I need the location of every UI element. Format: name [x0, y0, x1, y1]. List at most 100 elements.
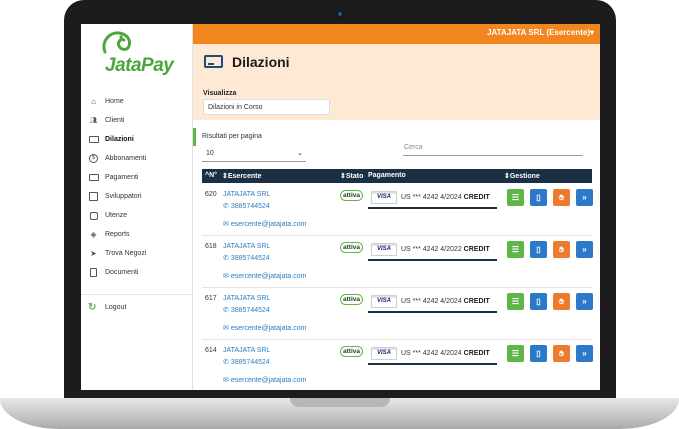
envelope-icon: ✉ — [223, 325, 229, 332]
visa-card-icon: VISA — [371, 295, 397, 308]
page-title: Dilazioni — [232, 54, 290, 70]
chevron-down-icon: ⌄ — [297, 150, 303, 157]
stop-button[interactable]: ✋︎ — [553, 241, 570, 258]
column-header-actions[interactable]: ⇕Gestione — [504, 172, 540, 180]
sidebar-item-label: Abbonamenti — [105, 155, 147, 162]
phone-icon: ✆ — [223, 203, 229, 210]
sidebar-item-label: Home — [105, 98, 124, 105]
visa-card-icon: VISA — [371, 347, 397, 360]
forward-button[interactable]: » — [576, 189, 593, 206]
table-row: 620 JATAJATA SRL ✆ 3885744524 ✉ esercente@… — [202, 184, 593, 236]
logout-button[interactable]: ↻ Logout — [88, 298, 126, 317]
list-button[interactable]: ☰ — [507, 189, 524, 206]
document-button[interactable]: ▯ — [530, 345, 547, 362]
document-icon: ▯ — [536, 245, 541, 254]
sidebar-item-reports[interactable]: ◈ Reports — [81, 225, 193, 244]
forward-icon: » — [582, 297, 587, 306]
sidebar-item-label: Sviluppatori — [105, 193, 142, 200]
email-link[interactable]: ✉ esercente@jatajata.com — [223, 220, 306, 228]
document-icon: ▯ — [536, 193, 541, 202]
sidebar-item-label: Pagamenti — [105, 174, 139, 181]
sidebar-item-trova-negozi[interactable]: ➤ Trova Negozi — [81, 244, 193, 263]
forward-button[interactable]: » — [576, 345, 593, 362]
visa-card-icon: VISA — [371, 243, 397, 256]
view-select[interactable]: Dilazioni in Corso — [203, 99, 330, 115]
list-icon: ☰ — [511, 193, 520, 202]
phone-icon: ✆ — [223, 307, 229, 314]
logo[interactable]: JataPay — [89, 30, 189, 82]
document-button[interactable]: ▯ — [530, 241, 547, 258]
card-number: US *** 4242 4/2024 CREDIT — [401, 350, 490, 357]
table-row: 614 JATAJATA SRL ✆ 3885744524 ✉ esercente@… — [202, 340, 593, 390]
dollar-icon: $ — [88, 154, 99, 163]
document-button[interactable]: ▯ — [530, 189, 547, 206]
sidebar-item-documenti[interactable]: Documenti — [81, 263, 193, 282]
card-number: US *** 4242 4/2024 CREDIT — [401, 194, 490, 201]
phone-icon: ✆ — [223, 359, 229, 366]
sidebar-item-sviluppatori[interactable]: Sviluppatori — [81, 187, 193, 206]
column-header-number[interactable]: ^N° — [205, 172, 217, 179]
phone-link[interactable]: ✆ 3885744524 — [223, 306, 270, 314]
lock-icon — [88, 211, 99, 220]
sidebar-item-pagamenti[interactable]: Pagamenti — [81, 168, 193, 187]
sidebar-item-dilazioni[interactable]: Dilazioni — [81, 130, 193, 149]
webcam — [337, 11, 343, 17]
row-actions: ☰ ▯ ✋︎ » — [507, 345, 593, 362]
sidebar-divider — [81, 294, 193, 295]
app-screen: JataPay ⌂ Home 👥︎ Clienti Dilazioni $ Ab — [81, 24, 600, 390]
list-button[interactable]: ☰ — [507, 293, 524, 310]
forward-icon: » — [582, 349, 587, 358]
phone-link[interactable]: ✆ 3885744524 — [223, 358, 270, 366]
document-icon: ▯ — [536, 349, 541, 358]
merchant-link[interactable]: JATAJATA SRL — [223, 191, 270, 198]
row-number: 614 — [205, 347, 217, 354]
sidebar-item-label: Reports — [105, 231, 130, 238]
payment-info: VISA US *** 4242 4/2024 CREDIT — [368, 295, 497, 313]
sidebar: JataPay ⌂ Home 👥︎ Clienti Dilazioni $ Ab — [81, 24, 193, 390]
payment-info: VISA US *** 4242 4/2022 CREDIT — [368, 243, 497, 261]
forward-button[interactable]: » — [576, 293, 593, 310]
sidebar-item-label: Documenti — [105, 269, 139, 276]
home-icon: ⌂ — [91, 97, 96, 106]
list-button[interactable]: ☰ — [507, 241, 524, 258]
merchant-link[interactable]: JATAJATA SRL — [223, 295, 270, 302]
merchant-link[interactable]: JATAJATA SRL — [223, 347, 270, 354]
sidebar-item-home[interactable]: ⌂ Home — [81, 92, 193, 111]
email-link[interactable]: ✉ esercente@jatajata.com — [223, 324, 306, 332]
status-badge: attiva — [340, 346, 363, 357]
stop-button[interactable]: ✋︎ — [553, 293, 570, 310]
list-button[interactable]: ☰ — [507, 345, 524, 362]
forward-button[interactable]: » — [576, 241, 593, 258]
hand-stop-icon: ✋︎ — [559, 244, 564, 254]
column-header-status[interactable]: ⇕Stato — [340, 172, 363, 180]
rows-per-page-value: 10 — [206, 150, 214, 157]
sidebar-item-abbonamenti[interactable]: $ Abbonamenti — [81, 149, 193, 168]
rows-per-page-select[interactable]: 10 ⌄ — [202, 147, 306, 162]
stop-button[interactable]: ✋︎ — [553, 189, 570, 206]
document-icon: ▯ — [536, 297, 541, 306]
row-actions: ☰ ▯ ✋︎ » — [507, 293, 593, 310]
forward-icon: » — [582, 193, 587, 202]
sidebar-menu: ⌂ Home 👥︎ Clienti Dilazioni $ Abbonament… — [81, 92, 193, 282]
email-link[interactable]: ✉ esercente@jatajata.com — [223, 376, 306, 384]
document-button[interactable]: ▯ — [530, 293, 547, 310]
user-menu[interactable]: JATAJATA SRL (Esercente)▾ — [487, 28, 594, 37]
column-header-merchant[interactable]: ⇕Esercente — [222, 172, 261, 180]
merchant-link[interactable]: JATAJATA SRL — [223, 243, 270, 250]
search-input[interactable]: Cerca — [403, 141, 583, 156]
stop-button[interactable]: ✋︎ — [553, 345, 570, 362]
sidebar-item-utenze[interactable]: Utenze — [81, 206, 193, 225]
phone-link[interactable]: ✆ 3885744524 — [223, 254, 270, 262]
envelope-icon: ✉ — [223, 273, 229, 280]
sidebar-item-label: Utenze — [105, 212, 128, 219]
envelope-icon: ✉ — [223, 221, 229, 228]
sidebar-item-clienti[interactable]: 👥︎ Clienti — [81, 111, 193, 130]
email-link[interactable]: ✉ esercente@jatajata.com — [223, 272, 306, 280]
top-bar: JATAJATA SRL (Esercente)▾ — [193, 24, 600, 44]
phone-link[interactable]: ✆ 3885744524 — [223, 202, 270, 210]
logout-icon: ↻ — [88, 302, 97, 313]
sidebar-item-label: Clienti — [105, 117, 125, 124]
status-badge: attiva — [340, 294, 363, 305]
table-row: 617 JATAJATA SRL ✆ 3885744524 ✉ esercente@… — [202, 288, 593, 340]
phone-icon: ✆ — [223, 255, 229, 262]
